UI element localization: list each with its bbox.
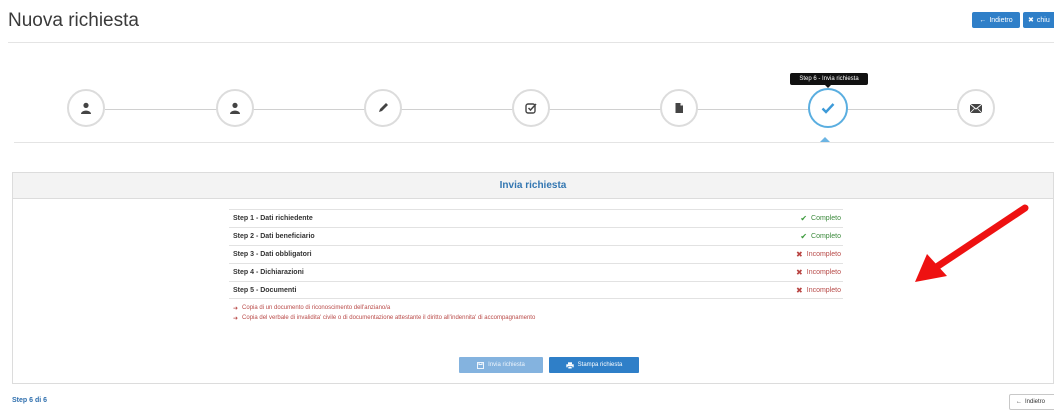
status-badge: ✔ Completo (800, 232, 841, 241)
cross-icon: ✖ (796, 250, 803, 259)
annotation-arrow-icon (915, 204, 1029, 282)
list-item: ➜ Copia di un documento di riconosciment… (233, 303, 535, 313)
print-icon (565, 361, 574, 369)
panel-title: Invia richiesta (13, 173, 1053, 199)
status-text: Completo (811, 215, 841, 222)
envelope-icon (969, 103, 983, 113)
step-label: Step 2 - Dati beneficiario (233, 233, 315, 240)
print-request-button[interactable]: Stampa richiesta (549, 357, 639, 373)
table-row: Step 5 - Documenti ✖ Incompleto (229, 281, 843, 299)
table-row: Step 3 - Dati obbligatori ✖ Incompleto (229, 245, 843, 263)
step-5-button[interactable] (660, 89, 698, 127)
send-request-panel: Invia richiesta Step 1 - Dati richiedent… (12, 172, 1054, 384)
send-request-button[interactable]: Invia richiesta (459, 357, 543, 373)
step-4-button[interactable] (512, 89, 550, 127)
arrow-right-icon: ➜ (233, 315, 239, 322)
status-badge: ✔ Completo (800, 214, 841, 223)
step-counter: Step 6 di 6 (12, 397, 48, 404)
user-icon (81, 102, 91, 114)
table-row: Step 2 - Dati beneficiario ✔ Completo (229, 227, 843, 245)
step-7-button[interactable] (957, 89, 995, 127)
check-icon (821, 103, 835, 114)
divider (14, 142, 1054, 143)
checkbox-icon (525, 103, 537, 114)
arrow-right-icon: ➜ (233, 305, 239, 312)
user-icon (230, 102, 240, 114)
list-item: ➜ Copia del verbale di invalidita' civil… (233, 313, 535, 323)
missing-document-text: Copia di un documento di riconoscimento … (242, 305, 391, 311)
send-request-label: Invia richiesta (488, 362, 525, 368)
status-text: Incompleto (806, 251, 841, 258)
status-badge: ✖ Incompleto (796, 250, 841, 259)
step-2-button[interactable] (216, 89, 254, 127)
step-6-button[interactable] (808, 88, 848, 128)
step-label: Step 3 - Dati obbligatori (233, 251, 312, 258)
step-label: Step 4 - Dichiarazioni (233, 269, 304, 276)
pencil-icon (379, 103, 388, 112)
status-text: Incompleto (806, 269, 841, 276)
send-icon (477, 361, 485, 369)
check-icon: ✔ (800, 214, 808, 223)
step-1-button[interactable] (67, 89, 105, 127)
back-button-label: Indietro (1025, 399, 1046, 405)
table-row: Step 4 - Dichiarazioni ✖ Incompleto (229, 263, 843, 281)
status-text: Completo (811, 233, 841, 240)
step-label: Step 1 - Dati richiedente (233, 215, 313, 222)
status-badge: ✖ Incompleto (796, 268, 841, 277)
step-label: Step 5 - Documenti (233, 286, 297, 294)
wizard-stepper: Step 6 - Invia richiesta (0, 0, 1054, 160)
table-row: Step 1 - Dati richiedente ✔ Completo (229, 209, 843, 227)
steps-status-table: Step 1 - Dati richiedente ✔ Completo Step… (229, 209, 843, 299)
missing-documents-list: ➜ Copia di un documento di riconosciment… (233, 303, 535, 323)
status-badge: ✖ Incompleto (796, 286, 841, 295)
print-request-label: Stampa richiesta (577, 362, 623, 368)
cross-icon: ✖ (796, 285, 803, 295)
missing-document-text: Copia del verbale di invalidita' civile … (242, 315, 536, 321)
arrow-left-icon: ← (1016, 399, 1022, 405)
document-icon (675, 103, 683, 113)
status-text: Incompleto (806, 286, 841, 294)
step-tooltip: Step 6 - Invia richiesta (790, 73, 868, 88)
check-icon: ✔ (800, 232, 808, 241)
back-button-bottom[interactable]: ← Indietro (1009, 394, 1054, 410)
cross-icon: ✖ (796, 268, 803, 277)
step-3-button[interactable] (364, 89, 402, 127)
